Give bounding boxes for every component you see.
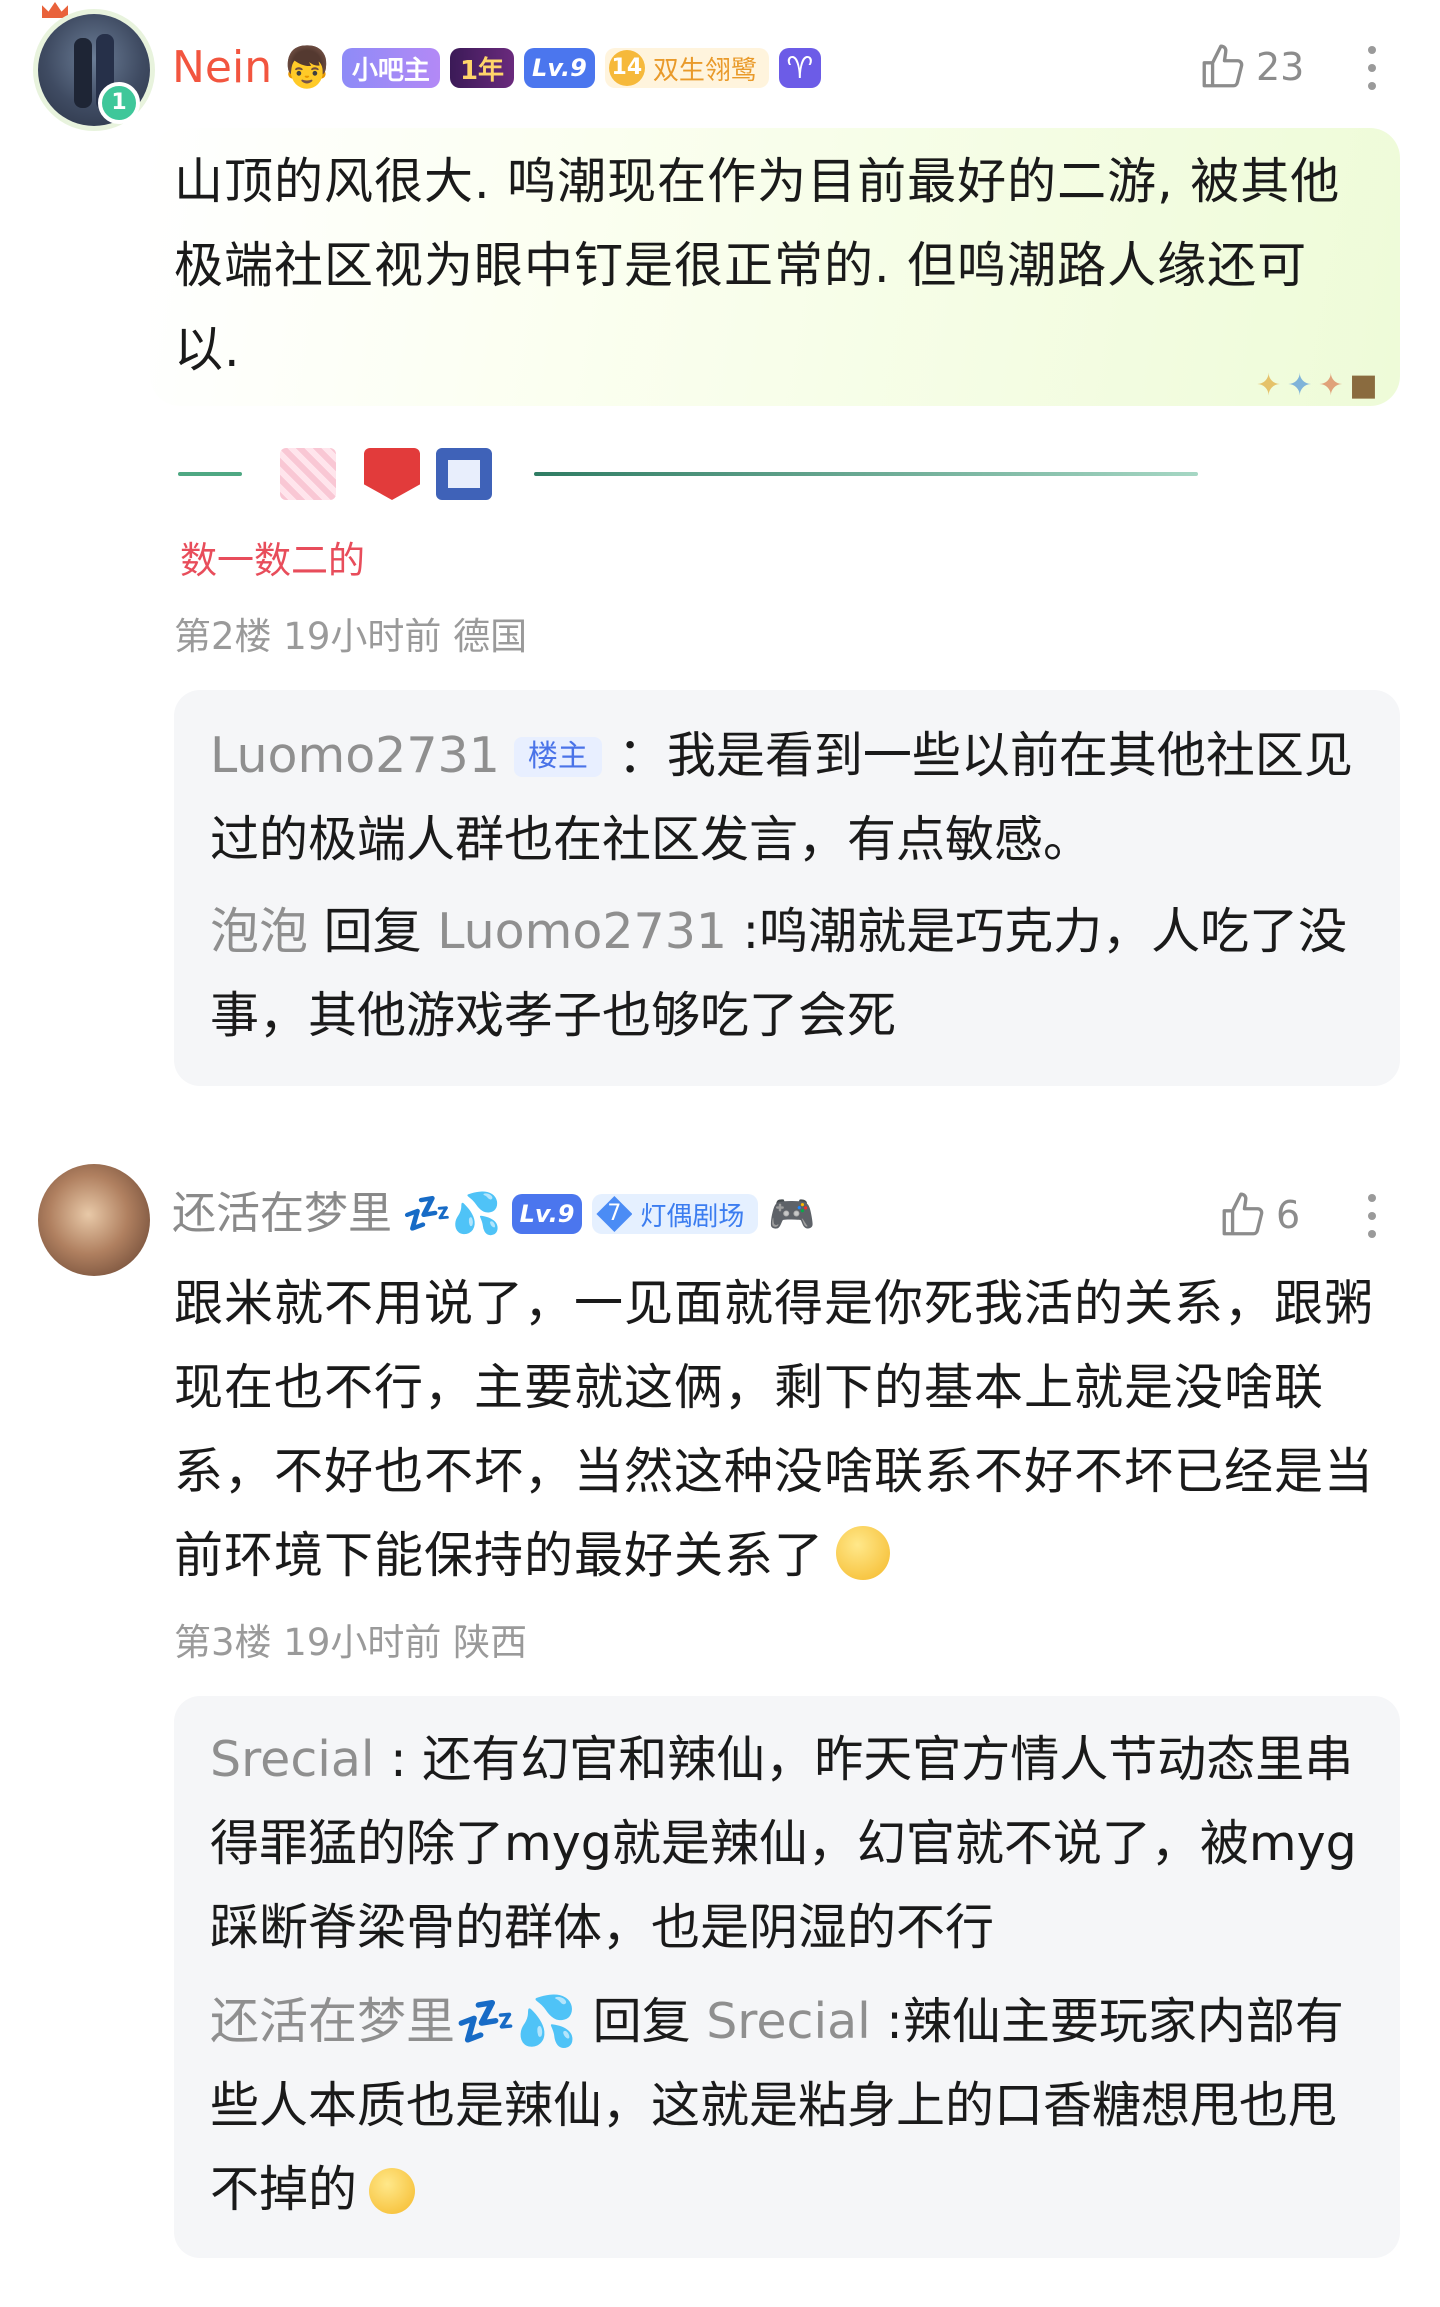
- fan-title: 灯偶剧场: [640, 1201, 745, 1232]
- sub-reply[interactable]: 泡泡 回复 Luomo2731 :鸣潮就是巧克力，人吃了没事，其他游戏孝子也够吃…: [210, 890, 1370, 1058]
- tongue-emoji-icon: [369, 2168, 416, 2214]
- sub-reply-separator: ：: [617, 727, 667, 784]
- sub-reply-user[interactable]: 泡泡: [210, 903, 308, 960]
- crown-icon: [42, 2, 68, 18]
- sub-reply-panel[interactable]: [174, 1696, 1400, 2258]
- comment-floor-2: 1 Nein 👦 小吧主 1年 Lv.9 14 双生翎鹭 ♈ 23 山顶的风很大…: [0, 0, 1440, 1120]
- avatar-level-badge: 1: [98, 82, 140, 124]
- sleep-emoji-icon: 💤💦: [402, 1191, 502, 1237]
- like-count: 6: [1276, 1193, 1301, 1237]
- fan-level-number: 14: [608, 50, 645, 86]
- thumbs-up-icon: [1222, 1192, 1264, 1236]
- sub-reply-user[interactable]: 还活在梦里💤💦: [210, 1993, 577, 2050]
- boy-emoji-icon: 👦: [282, 45, 332, 91]
- user-info-row: Nein 👦 小吧主 1年 Lv.9 14 双生翎鹭 ♈: [172, 40, 821, 96]
- aries-zodiac-icon[interactable]: ♈: [778, 48, 821, 88]
- game-controller-icon[interactable]: 🎮: [768, 1194, 815, 1234]
- sub-reply-user[interactable]: Srecial: [210, 1731, 375, 1788]
- reply-target-user[interactable]: Luomo2731: [437, 903, 727, 960]
- comment-text-block: 跟米就不用说了，一见面就得是你死我活的关系，跟粥现在也不行，主要就这俩，剩下的基…: [174, 1262, 1410, 1598]
- member-year-badge[interactable]: 1年: [449, 48, 515, 88]
- bazhu-badge[interactable]: 小吧主: [341, 48, 440, 88]
- sub-reply-user[interactable]: Luomo2731: [210, 727, 500, 784]
- like-button[interactable]: 6: [1218, 1190, 1300, 1240]
- thumbs-up-icon: [1202, 44, 1244, 88]
- smile-emoji-icon: [836, 1526, 891, 1580]
- op-tag: 楼主: [513, 737, 602, 777]
- bubble-decoration-icon: ✦ ✦ ✦ ■: [1256, 368, 1378, 403]
- like-button[interactable]: 23: [1198, 42, 1304, 92]
- sub-reply-separator: :: [374, 1731, 423, 1788]
- sub-reply[interactable]: Srecial : 还有幻官和辣仙，昨天官方情人节动态里串得罪猛的除了myg就是…: [210, 1718, 1370, 1970]
- reply-verb: 回复: [592, 1993, 691, 2050]
- fan-badge[interactable]: 14 双生翎鹭: [604, 48, 769, 88]
- username[interactable]: Nein: [172, 40, 272, 96]
- reply-verb: 回复: [323, 903, 422, 960]
- user-info-row: 还活在梦里 💤💦 Lv.9 7 灯偶剧场 🎮: [172, 1186, 816, 1242]
- sub-reply-separator: :: [727, 903, 760, 960]
- signature-decoration: [178, 444, 1202, 504]
- sub-reply-text: 辣仙主要玩家内部有些人本质也是辣仙，这就是粘身上的口香糖想甩也甩不掉的: [210, 1993, 1344, 2218]
- more-options-button[interactable]: [1368, 1194, 1378, 1238]
- comment-text: 跟米就不用说了，一见面就得是你死我活的关系，跟粥现在也不行，主要就这俩，剩下的基…: [174, 1275, 1375, 1584]
- more-options-button[interactable]: [1368, 46, 1378, 90]
- reply-target-user[interactable]: Srecial: [706, 1993, 871, 2050]
- floor-meta: 第3楼 19小时前 陕西: [174, 1621, 528, 1664]
- like-count: 23: [1256, 45, 1305, 89]
- avatar[interactable]: [38, 1164, 150, 1276]
- user-signature: 数一数二的: [180, 539, 365, 582]
- comment-text: 山顶的风很大. 鸣潮现在作为目前最好的二游, 被其他极端社区视为眼中钉是很正常的…: [174, 153, 1341, 378]
- floor-meta: 第2楼 19小时前 德国: [174, 615, 528, 658]
- sub-reply-text: 还有幻官和辣仙，昨天官方情人节动态里串得罪猛的除了myg就是辣仙，幻官就不说了，…: [210, 1731, 1357, 1956]
- sub-reply-separator: :: [870, 1993, 903, 2050]
- username[interactable]: 还活在梦里: [172, 1186, 392, 1242]
- level-badge[interactable]: Lv.9: [511, 1194, 583, 1234]
- fan-level-number: 7: [596, 1196, 633, 1232]
- fan-title: 双生翎鹭: [652, 55, 757, 86]
- sub-reply[interactable]: 还活在梦里💤💦 回复 Srecial :辣仙主要玩家内部有些人本质也是辣仙，这就…: [210, 1980, 1370, 2232]
- level-badge[interactable]: Lv.9: [524, 48, 595, 88]
- sub-reply[interactable]: Luomo2731 楼主 ：我是看到一些以前在其他社区见过的极端人群也在社区发言，有…: [210, 714, 1370, 882]
- fan-badge[interactable]: 7 灯偶剧场: [592, 1194, 759, 1234]
